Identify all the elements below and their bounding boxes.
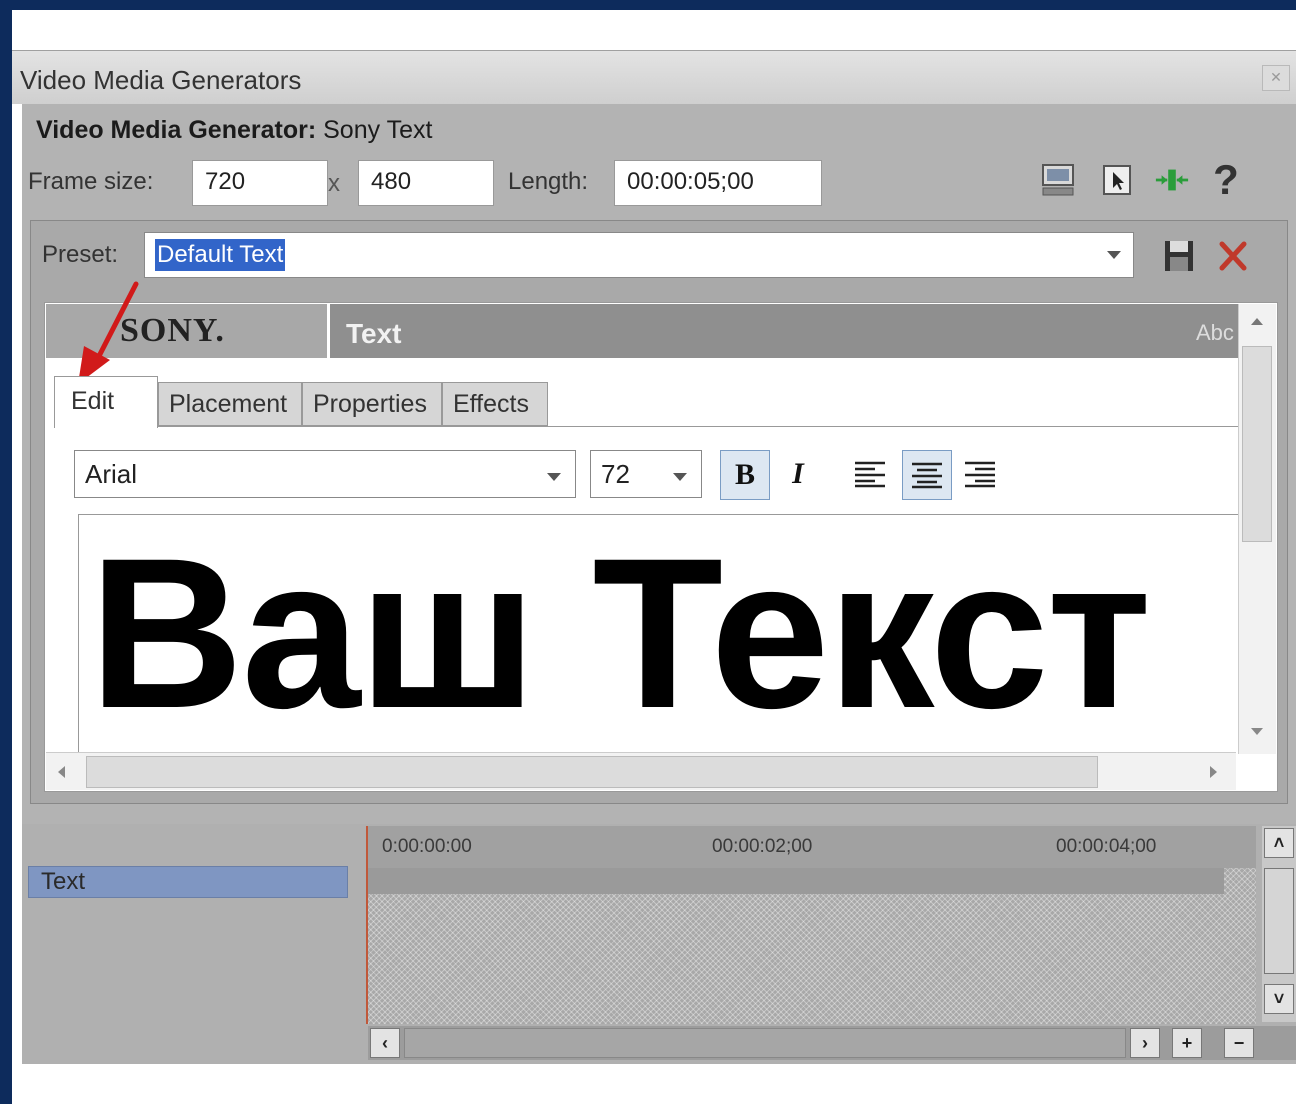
timeline-horizontal-thumb[interactable] <box>404 1028 1126 1058</box>
window-titlebar: Video Media Generators ✕ <box>12 50 1296 104</box>
font-dropdown[interactable]: Arial <box>74 450 576 498</box>
bold-button[interactable]: B <box>720 450 770 500</box>
font-value: Arial <box>85 459 138 489</box>
align-center-icon[interactable] <box>902 450 952 500</box>
close-icon[interactable]: ✕ <box>1262 65 1290 91</box>
align-left-icon[interactable] <box>846 450 894 498</box>
chevron-left-icon[interactable]: ‹ <box>370 1028 400 1058</box>
zoom-out-icon[interactable]: − <box>1224 1028 1254 1058</box>
tab-placement[interactable]: Placement <box>158 382 302 426</box>
timeline-horizontal-scrollbar[interactable]: ‹ › + − <box>368 1026 1296 1060</box>
tab-effects[interactable]: Effects <box>442 382 548 426</box>
ruler-tick-label: 0:00:00:00 <box>382 836 472 857</box>
tab-properties[interactable]: Properties <box>302 382 442 426</box>
ruler-tick-label: 00:00:04;00 <box>1056 836 1157 857</box>
text-content: Ваш Текст <box>89 514 1152 753</box>
chevron-down-icon <box>547 473 561 481</box>
preset-dropdown[interactable]: Default Text <box>144 232 1134 278</box>
chevron-down-icon <box>673 473 687 481</box>
length-field[interactable]: 00:00:05;00 <box>614 160 822 206</box>
chevron-down-icon[interactable]: ˅ <box>1264 984 1294 1014</box>
italic-button[interactable]: I <box>774 450 822 498</box>
frame-size-label: Frame size: <box>28 168 154 195</box>
chevron-right-icon[interactable]: › <box>1130 1028 1160 1058</box>
save-icon[interactable] <box>1162 238 1196 274</box>
cursor-select-icon[interactable] <box>1100 160 1136 200</box>
generator-row: Video Media Generator: Sony Text <box>36 116 432 145</box>
length-label: Length: <box>508 168 589 195</box>
scroll-up-icon[interactable] <box>1251 318 1263 325</box>
frame-size-separator: x <box>328 170 340 197</box>
window-title: Video Media Generators <box>20 65 302 95</box>
plugin-abc-label: Abc <box>1196 320 1234 345</box>
text-editor[interactable]: Ваш Текст <box>78 514 1238 754</box>
scroll-left-icon[interactable] <box>58 766 65 778</box>
frame-width-field[interactable]: 720 <box>192 160 328 206</box>
plugin-title: Text <box>346 318 402 349</box>
tab-divider <box>54 426 1238 427</box>
frame-height-field[interactable]: 480 <box>358 160 494 206</box>
generator-name: Sony Text <box>323 116 433 144</box>
monitor-icon[interactable] <box>1040 160 1076 200</box>
sync-icon[interactable] <box>1154 160 1190 200</box>
plugin-horizontal-thumb[interactable] <box>86 756 1098 788</box>
timeline-vertical-thumb[interactable] <box>1264 868 1294 974</box>
align-right-icon[interactable] <box>956 450 1004 498</box>
help-icon[interactable]: ? <box>1208 156 1244 203</box>
plugin-vertical-thumb[interactable] <box>1242 346 1272 542</box>
scroll-right-icon[interactable] <box>1210 766 1217 778</box>
annotation-arrow-icon <box>78 281 139 384</box>
timeline-vertical-scrollbar[interactable]: ˄ ˅ <box>1262 826 1296 1022</box>
font-size-value: 72 <box>601 459 630 489</box>
chevron-down-icon <box>1107 251 1121 259</box>
generator-label: Video Media Generator: <box>36 116 317 144</box>
zoom-in-icon[interactable]: + <box>1172 1028 1202 1058</box>
font-size-dropdown[interactable]: 72 <box>590 450 702 498</box>
track-label-text[interactable]: Text <box>28 866 348 898</box>
scroll-down-icon[interactable] <box>1251 728 1263 735</box>
chevron-up-icon[interactable]: ˄ <box>1264 828 1294 858</box>
tab-edit[interactable]: Edit <box>54 376 158 428</box>
ruler-tick-label: 00:00:02;00 <box>712 836 813 857</box>
preset-label: Preset: <box>42 241 119 268</box>
keyframe-track-strip[interactable] <box>368 868 1224 894</box>
delete-icon[interactable] <box>1216 238 1250 274</box>
preset-value: Default Text <box>155 239 286 271</box>
